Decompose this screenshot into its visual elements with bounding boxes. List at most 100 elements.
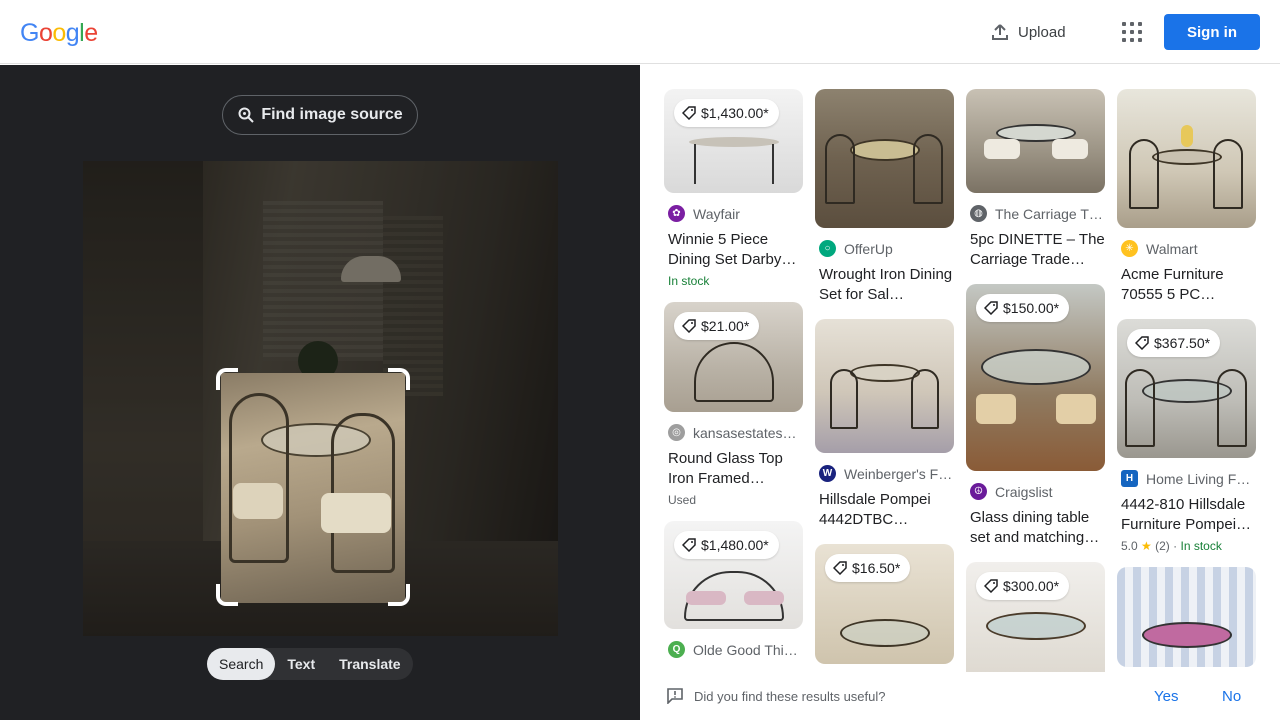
result-thumbnail: $16.50* <box>815 544 954 664</box>
google-logo[interactable]: Google <box>20 19 98 48</box>
wayfair-favicon-icon: ✿ <box>668 205 685 222</box>
rating-line: 5.0 ★ (2) · In stock <box>1121 539 1222 553</box>
apps-grid-icon[interactable] <box>1122 22 1142 42</box>
crop-handle-bottom-right[interactable] <box>388 584 410 606</box>
result-title: Hillsdale Pompei 4442DTBC… <box>819 491 931 528</box>
price-tag: $1,480.00* <box>674 531 779 559</box>
review-count: (2) <box>1155 539 1170 553</box>
feedback-yes-button[interactable]: Yes <box>1154 688 1178 705</box>
price-tag: $21.00* <box>674 312 760 340</box>
price-tag: $150.00* <box>976 294 1070 322</box>
stock-status: In stock <box>668 274 710 288</box>
result-card[interactable]: $16.50* <box>815 544 954 664</box>
result-card[interactable] <box>1117 567 1256 667</box>
result-source: ○ OfferUp <box>815 240 954 257</box>
result-source: W Weinberger's F… <box>815 465 954 482</box>
price-tag: $367.50* <box>1127 329 1221 357</box>
result-source: H Home Living F… <box>1117 470 1256 487</box>
query-image-panel: Find image source Search Text Translate <box>0 65 640 720</box>
logo-letter: e <box>84 19 98 47</box>
result-card[interactable]: ✳Walmart Acme Furniture 70555 5 PC Marbl… <box>1117 89 1256 305</box>
result-thumbnail: $367.50* <box>1117 319 1256 458</box>
logo-letter: g <box>65 19 80 47</box>
results-column: ◍ The Carriage T… 5pc DINETTE – The Carri… <box>966 89 1105 672</box>
mode-text[interactable]: Text <box>275 648 327 680</box>
lens-mode-switch: Search Text Translate <box>207 648 413 680</box>
offerup-favicon-icon: ○ <box>819 240 836 257</box>
result-thumbnail: $150.00* <box>966 284 1105 471</box>
condition-status: Used <box>668 493 697 507</box>
result-title: Winnie 5 Piece Dining Set Darby… <box>668 231 797 268</box>
site-favicon-icon: Q <box>668 641 685 658</box>
result-source: ✳ Walmart <box>1117 240 1256 257</box>
crop-handle-top-left[interactable] <box>216 368 238 390</box>
logo-letter: o <box>38 19 53 47</box>
result-source: ☮ Craigslist <box>966 483 1105 500</box>
result-card[interactable]: $1,480.00* Q Olde Good Thi… <box>664 521 803 658</box>
find-image-source-button[interactable]: Find image source <box>222 95 418 135</box>
result-card[interactable]: ○ OfferUp Wrought Iron Dining Set for Sal… <box>815 89 954 305</box>
result-source: ◎ kansasestates… <box>664 424 803 441</box>
price-tag: $300.00* <box>976 572 1070 600</box>
lens-search-icon <box>238 107 255 123</box>
results-column: ✳Walmart Acme Furniture 70555 5 PC Marbl… <box>1117 89 1256 672</box>
site-favicon-icon: W <box>819 465 836 482</box>
result-card[interactable]: $1,430.00* ✿ Wayfair Winnie 5 Piece Dinin… <box>664 89 803 288</box>
crop-handle-bottom-left[interactable] <box>216 584 238 606</box>
feedback-no-button[interactable]: No <box>1222 688 1241 705</box>
result-thumbnail <box>966 89 1105 193</box>
feedback-question: Did you find these results useful? <box>694 689 886 704</box>
result-title: 4442-810 Hillsdale Furniture Pompei… <box>1121 496 1252 533</box>
query-image <box>83 161 558 636</box>
result-card[interactable]: ◍ The Carriage T… 5pc DINETTE – The Carri… <box>966 89 1105 270</box>
result-thumbnail: $300.00* <box>966 562 1105 672</box>
result-title: Round Glass Top Iron Framed Table… <box>668 450 783 487</box>
results-column: ○ OfferUp Wrought Iron Dining Set for Sal… <box>815 89 954 672</box>
tag-icon <box>984 301 998 315</box>
sign-in-button[interactable]: Sign in <box>1164 14 1260 50</box>
tag-icon <box>833 561 847 575</box>
tag-icon <box>682 538 696 552</box>
results-column: $1,430.00* ✿ Wayfair Winnie 5 Piece Dinin… <box>664 89 803 672</box>
result-title: Wrought Iron Dining Set for Sal… <box>819 266 953 303</box>
selected-region[interactable] <box>221 373 405 603</box>
feedback-icon <box>667 688 683 704</box>
result-thumbnail <box>1117 89 1256 228</box>
tag-icon <box>984 579 998 593</box>
find-image-source-label: Find image source <box>261 106 403 123</box>
result-card[interactable]: $367.50* H Home Living F… 4442-810 Hillsd… <box>1117 319 1256 553</box>
walmart-spark-icon: ✳ <box>1121 240 1138 257</box>
result-thumbnail: $21.00* <box>664 302 803 412</box>
result-card[interactable]: W Weinberger's F… Hillsdale Pompei 4442DT… <box>815 319 954 530</box>
site-favicon-icon: H <box>1121 470 1138 487</box>
peace-sign-icon: ☮ <box>970 483 987 500</box>
result-card[interactable]: $150.00* ☮ Craigslist Glass dining table … <box>966 284 1105 548</box>
result-source: ◍ The Carriage T… <box>966 205 1105 222</box>
result-thumbnail <box>815 89 954 228</box>
feedback-bar: Did you find these results useful? Yes N… <box>640 672 1280 720</box>
rating-value: 5.0 <box>1121 539 1138 553</box>
result-thumbnail <box>815 319 954 453</box>
price-tag: $1,430.00* <box>674 99 779 127</box>
result-title: Acme Furniture 70555 5 PC Marbl… <box>1121 266 1224 303</box>
logo-letter: G <box>20 19 39 47</box>
result-title: 5pc DINETTE – The Carriage Trade… <box>970 231 1105 268</box>
site-favicon-icon: ◎ <box>668 424 685 441</box>
tag-icon <box>682 106 696 120</box>
result-card[interactable]: $300.00* <box>966 562 1105 672</box>
logo-letter: o <box>52 19 66 47</box>
mode-search[interactable]: Search <box>207 648 276 680</box>
upload-label: Upload <box>1018 23 1066 41</box>
upload-button[interactable]: Upload <box>990 19 1066 45</box>
crop-handle-top-right[interactable] <box>388 368 410 390</box>
result-source: Q Olde Good Thi… <box>664 641 803 658</box>
result-thumbnail <box>1117 567 1256 667</box>
stock-status: In stock <box>1180 539 1222 553</box>
tag-icon <box>682 319 696 333</box>
result-thumbnail: $1,430.00* <box>664 89 803 193</box>
result-thumbnail: $1,480.00* <box>664 521 803 629</box>
price-tag: $16.50* <box>825 554 911 582</box>
mode-translate[interactable]: Translate <box>327 648 412 680</box>
result-card[interactable]: $21.00* ◎ kansasestates… Round Glass Top … <box>664 302 803 507</box>
globe-icon: ◍ <box>970 205 987 222</box>
